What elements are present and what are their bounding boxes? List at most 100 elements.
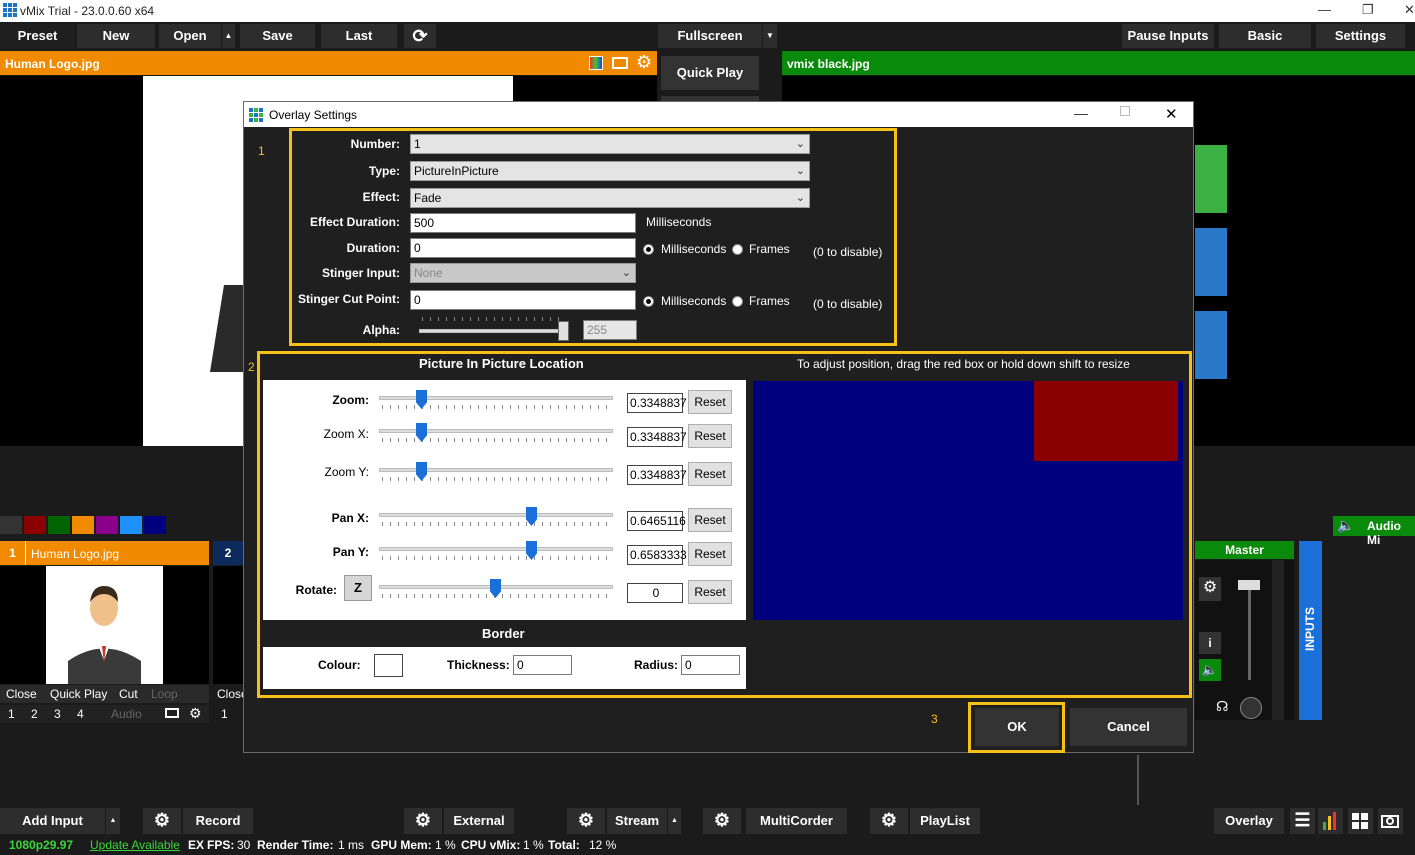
- fullscreen-dropdown-icon[interactable]: ▼: [763, 24, 777, 48]
- dialog-close-icon[interactable]: ✕: [1165, 105, 1178, 123]
- input-1-cut-button[interactable]: Cut: [119, 687, 138, 701]
- quick-play-button[interactable]: Quick Play: [661, 56, 759, 90]
- monitor-icon[interactable]: [165, 708, 179, 718]
- stream-gear-icon[interactable]: ⚙: [567, 808, 605, 834]
- duration-input[interactable]: 0: [410, 238, 636, 258]
- multiview-icon[interactable]: [1348, 808, 1373, 834]
- input-2-thumbnail[interactable]: [213, 566, 243, 684]
- colour-swatch-green[interactable]: [48, 516, 70, 534]
- preset-button[interactable]: Preset: [0, 24, 75, 48]
- fullscreen-button[interactable]: Fullscreen: [658, 24, 762, 48]
- screen-icon[interactable]: [612, 57, 628, 69]
- input-1-loop-button[interactable]: Loop: [151, 687, 178, 701]
- master-gear-icon[interactable]: ⚙: [1199, 577, 1221, 601]
- effect-duration-input[interactable]: 500: [410, 213, 636, 233]
- audio-meter-icon[interactable]: [1318, 808, 1343, 834]
- add-input-dropdown-icon[interactable]: ▲: [106, 808, 120, 834]
- colour-swatch-none[interactable]: [0, 516, 22, 534]
- inputs-tab[interactable]: INPUTS: [1299, 541, 1322, 720]
- pip-position-box[interactable]: [1034, 381, 1178, 461]
- restore-icon[interactable]: ❐: [1362, 2, 1374, 18]
- colour-swatch-red[interactable]: [24, 516, 46, 534]
- snapshot-icon[interactable]: [1378, 808, 1403, 834]
- record-button[interactable]: Record: [183, 808, 253, 834]
- save-button[interactable]: Save: [240, 24, 315, 48]
- input-2-number[interactable]: 2: [213, 541, 243, 565]
- external-button[interactable]: External: [444, 808, 514, 834]
- zoom-x-input[interactable]: 0.3348837: [627, 427, 687, 447]
- overlay-button[interactable]: Overlay: [1214, 808, 1284, 834]
- colour-swatch-orange[interactable]: [72, 516, 94, 534]
- settings-button[interactable]: Settings: [1316, 24, 1405, 48]
- overlay-1-button[interactable]: 1: [8, 707, 15, 721]
- external-gear-icon[interactable]: ⚙: [404, 808, 442, 834]
- close-icon[interactable]: ✕: [1404, 2, 1415, 18]
- stinger-frames-radio[interactable]: [732, 296, 743, 307]
- input-1-quick-play-button[interactable]: Quick Play: [50, 687, 107, 701]
- colour-swatch-purple[interactable]: [96, 516, 118, 534]
- add-input-button[interactable]: Add Input: [0, 808, 105, 834]
- effect-select[interactable]: Fade ⌄: [410, 188, 810, 208]
- border-colour-swatch[interactable]: [374, 654, 403, 677]
- ok-button[interactable]: OK: [975, 708, 1059, 746]
- stream-dropdown-icon[interactable]: ▲: [668, 808, 681, 834]
- zoom-x-reset-button[interactable]: Reset: [688, 424, 732, 448]
- playlist-button[interactable]: PlayList: [910, 808, 980, 834]
- input-1-audio-button[interactable]: Audio: [111, 707, 142, 721]
- master-fader[interactable]: [1238, 580, 1260, 590]
- zoom-reset-button[interactable]: Reset: [688, 390, 732, 414]
- type-select[interactable]: PictureInPicture ⌄: [410, 161, 810, 181]
- pan-x-reset-button[interactable]: Reset: [688, 508, 732, 532]
- pip-position-preview[interactable]: [753, 381, 1183, 620]
- open-dropdown-icon[interactable]: ▲: [222, 24, 235, 48]
- master-info-button[interactable]: i: [1199, 632, 1221, 654]
- last-button[interactable]: Last: [321, 24, 397, 48]
- master-mute-icon[interactable]: 🔈: [1199, 659, 1221, 681]
- minimize-icon[interactable]: —: [1318, 2, 1331, 17]
- colour-swatch-navy[interactable]: [144, 516, 166, 534]
- stinger-input-select[interactable]: None ⌄: [410, 263, 636, 283]
- input-2-overlay-1-button[interactable]: 1: [221, 707, 228, 721]
- colour-swatch-blue[interactable]: [120, 516, 142, 534]
- new-button[interactable]: New: [77, 24, 155, 48]
- refresh-icon[interactable]: ⟳: [404, 24, 436, 48]
- cancel-button[interactable]: Cancel: [1070, 708, 1187, 746]
- pan-x-input[interactable]: 0.6465116: [627, 511, 686, 531]
- stinger-cut-input[interactable]: 0: [410, 290, 636, 310]
- pan-y-input[interactable]: 0.6583333: [627, 545, 687, 565]
- menu-icon[interactable]: ☰: [1290, 808, 1315, 834]
- rotate-z-button[interactable]: Z: [344, 575, 372, 601]
- stinger-milliseconds-radio[interactable]: [643, 296, 654, 307]
- gear-icon[interactable]: ⚙: [636, 52, 652, 73]
- audio-mixer-tab[interactable]: 🔈 Audio Mi: [1333, 516, 1415, 547]
- dialog-minimize-icon[interactable]: —: [1074, 105, 1088, 121]
- border-thickness-input[interactable]: 0: [513, 655, 572, 675]
- overlay-2-button[interactable]: 2: [31, 707, 38, 721]
- alpha-slider-thumb[interactable]: [558, 321, 569, 341]
- rotate-input[interactable]: 0: [627, 583, 683, 603]
- rotate-reset-button[interactable]: Reset: [688, 580, 732, 604]
- colour-icon[interactable]: [589, 56, 603, 70]
- overlay-3-button[interactable]: 3: [54, 707, 61, 721]
- volume-knob[interactable]: [1240, 697, 1262, 719]
- zoom-input[interactable]: 0.3348837: [627, 393, 687, 413]
- basic-button[interactable]: Basic: [1219, 24, 1311, 48]
- multicorder-button[interactable]: MultiCorder: [746, 808, 847, 834]
- input-1-header[interactable]: 1 Human Logo.jpg: [0, 541, 209, 565]
- alpha-value[interactable]: 255: [583, 320, 637, 340]
- duration-frames-radio[interactable]: [732, 244, 743, 255]
- pan-y-reset-button[interactable]: Reset: [688, 542, 732, 566]
- zoom-y-reset-button[interactable]: Reset: [688, 462, 732, 486]
- input-1-gear-icon[interactable]: ⚙: [189, 705, 202, 722]
- input-1-close-button[interactable]: Close: [6, 687, 37, 701]
- pause-inputs-button[interactable]: Pause Inputs: [1122, 24, 1214, 48]
- zoom-y-input[interactable]: 0.3348837: [627, 465, 687, 485]
- number-select[interactable]: 1 ⌄: [410, 134, 810, 154]
- playlist-gear-icon[interactable]: ⚙: [870, 808, 908, 834]
- update-available-link[interactable]: Update Available: [90, 838, 180, 852]
- headphones-icon[interactable]: ☊: [1216, 698, 1228, 715]
- stream-button[interactable]: Stream: [607, 808, 667, 834]
- border-radius-input[interactable]: 0: [681, 655, 740, 675]
- input-1-thumbnail[interactable]: [0, 566, 209, 684]
- record-gear-icon[interactable]: ⚙: [143, 808, 181, 834]
